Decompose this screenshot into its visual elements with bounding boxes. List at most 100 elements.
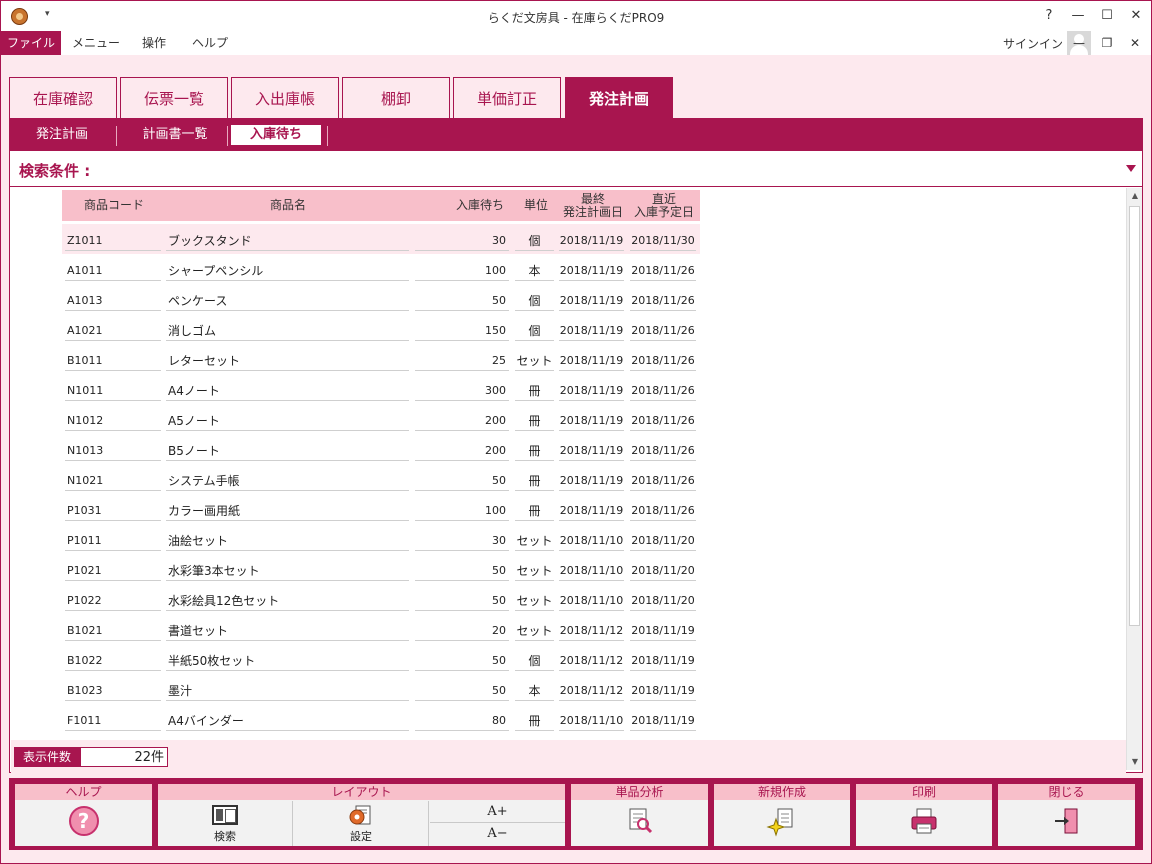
- header-next-arrival-date[interactable]: 直近 入庫予定日: [628, 190, 700, 221]
- table-row[interactable]: A1011 シャープペンシル 100 本 2018/11/19 2018/11/26: [62, 254, 700, 284]
- cell-next-arrival-date: 2018/11/26: [630, 411, 696, 431]
- cell-product-name: カラー画用紙: [166, 501, 409, 521]
- cell-next-arrival-date: 2018/11/26: [630, 291, 696, 311]
- menu-menu[interactable]: メニュー: [67, 31, 125, 55]
- scrollbar-thumb[interactable]: [1129, 206, 1140, 626]
- subtab-divider: [327, 126, 328, 146]
- cell-awaiting-qty: 50: [415, 591, 509, 611]
- vertical-scrollbar[interactable]: ▲ ▼: [1126, 188, 1142, 770]
- header-last-order-line1: 最終: [580, 191, 605, 206]
- question-icon: ?: [68, 806, 99, 836]
- table-row[interactable]: B1021 書道セット 20 セット 2018/11/12 2018/11/19: [62, 614, 700, 644]
- header-last-order-date[interactable]: 最終 発注計画日: [558, 190, 628, 221]
- subtab-plan-list[interactable]: 計画書一覧: [125, 125, 225, 145]
- table-row[interactable]: B1023 墨汁 50 本 2018/11/12 2018/11/19: [62, 674, 700, 704]
- menu-file[interactable]: ファイル: [1, 31, 61, 55]
- cell-next-arrival-date: 2018/11/26: [630, 441, 696, 461]
- scroll-down-icon[interactable]: ▼: [1127, 754, 1143, 770]
- toolbar-group-layout: レイアウト 検索 設定 A+ A−: [158, 784, 565, 846]
- cell-awaiting-qty: 25: [415, 351, 509, 371]
- subtab-order-plan[interactable]: 発注計画: [17, 125, 107, 145]
- menu-help[interactable]: ヘルプ: [185, 31, 235, 55]
- cell-product-code: B1021: [65, 621, 161, 641]
- cell-product-code: N1021: [65, 471, 161, 491]
- menu-operation[interactable]: 操作: [131, 31, 177, 55]
- minimize-button[interactable]: —: [1064, 5, 1092, 27]
- header-unit[interactable]: 単位: [514, 190, 558, 221]
- table-row[interactable]: P1031 カラー画用紙 100 冊 2018/11/19 2018/11/26: [62, 494, 700, 524]
- cell-unit: 冊: [515, 501, 554, 521]
- table-row[interactable]: F1011 A4バインダー 80 冊 2018/11/10 2018/11/19: [62, 704, 700, 734]
- cell-last-order-date: 2018/11/19: [559, 471, 624, 491]
- header-next-arrival-line1: 直近: [651, 191, 676, 206]
- doc-minimize-button[interactable]: —: [1067, 32, 1091, 54]
- tab-stock-check[interactable]: 在庫確認: [9, 77, 117, 119]
- cell-next-arrival-date: 2018/11/30: [630, 231, 696, 251]
- expand-caret-icon[interactable]: [1126, 165, 1136, 172]
- doc-close-button[interactable]: ✕: [1123, 32, 1147, 54]
- header-product-name[interactable]: 商品名: [166, 190, 410, 221]
- cell-awaiting-qty: 50: [415, 681, 509, 701]
- font-size-down-button[interactable]: A−: [430, 823, 565, 845]
- cell-awaiting-qty: 150: [415, 321, 509, 341]
- cell-last-order-date: 2018/11/10: [559, 711, 624, 731]
- layout-settings-button[interactable]: 設定: [294, 801, 429, 846]
- maximize-button[interactable]: ☐: [1093, 5, 1121, 27]
- cell-product-code: N1011: [65, 381, 161, 401]
- layout-group-label: レイアウト: [158, 784, 565, 800]
- cell-next-arrival-date: 2018/11/20: [630, 531, 696, 551]
- close-group-label: 閉じる: [998, 784, 1135, 800]
- tab-slip-list[interactable]: 伝票一覧: [120, 77, 228, 119]
- cell-awaiting-qty: 50: [415, 291, 509, 311]
- table-row[interactable]: A1021 消しゴム 150 個 2018/11/19 2018/11/26: [62, 314, 700, 344]
- layout-search-label: 検索: [214, 830, 236, 843]
- table-row[interactable]: B1022 半紙50枚セット 50 個 2018/11/12 2018/11/19: [62, 644, 700, 674]
- subtab-awaiting-arrival[interactable]: 入庫待ち: [231, 125, 321, 145]
- cell-product-name: レターセット: [166, 351, 409, 371]
- cell-last-order-date: 2018/11/19: [559, 261, 624, 281]
- count-bar: 表示件数 22件: [11, 740, 1126, 773]
- new-create-button[interactable]: [714, 801, 850, 846]
- help-button[interactable]: ?: [15, 801, 152, 846]
- tab-order-plan[interactable]: 発注計画: [565, 77, 673, 119]
- table-row[interactable]: P1011 油絵セット 30 セット 2018/11/10 2018/11/20: [62, 524, 700, 554]
- header-next-arrival-line2: 入庫予定日: [633, 204, 694, 219]
- signin-link[interactable]: サインイン: [1003, 35, 1063, 52]
- help-icon[interactable]: ?: [1035, 5, 1063, 27]
- cell-product-name: システム手帳: [166, 471, 409, 491]
- cell-product-name: シャープペンシル: [166, 261, 409, 281]
- cell-awaiting-qty: 100: [415, 261, 509, 281]
- toolbar-group-help: ヘルプ ?: [15, 784, 152, 846]
- tab-inventory[interactable]: 棚卸: [342, 77, 450, 119]
- font-size-up-button[interactable]: A+: [430, 801, 565, 823]
- table-row[interactable]: N1013 B5ノート 200 冊 2018/11/19 2018/11/26: [62, 434, 700, 464]
- table-row[interactable]: P1021 水彩筆3本セット 50 セット 2018/11/10 2018/11/20: [62, 554, 700, 584]
- cell-last-order-date: 2018/11/19: [559, 351, 624, 371]
- tab-inout-ledger[interactable]: 入出庫帳: [231, 77, 339, 119]
- count-label: 表示件数: [14, 747, 80, 767]
- table-row[interactable]: N1011 A4ノート 300 冊 2018/11/19 2018/11/26: [62, 374, 700, 404]
- item-analysis-button[interactable]: [571, 801, 708, 846]
- table-row[interactable]: N1021 システム手帳 50 冊 2018/11/19 2018/11/26: [62, 464, 700, 494]
- table-row[interactable]: P1022 水彩絵具12色セット 50 セット 2018/11/10 2018/11/20: [62, 584, 700, 614]
- tab-price-correction[interactable]: 単価訂正: [453, 77, 561, 119]
- table-row[interactable]: B1011 レターセット 25 セット 2018/11/19 2018/11/26: [62, 344, 700, 374]
- header-product-code[interactable]: 商品コード: [62, 190, 166, 221]
- table-row[interactable]: N1012 A5ノート 200 冊 2018/11/19 2018/11/26: [62, 404, 700, 434]
- cell-next-arrival-date: 2018/11/19: [630, 681, 696, 701]
- print-button[interactable]: [856, 801, 992, 846]
- table-row[interactable]: A1013 ペンケース 50 個 2018/11/19 2018/11/26: [62, 284, 700, 314]
- doc-restore-button[interactable]: ❐: [1095, 32, 1119, 54]
- scroll-up-icon[interactable]: ▲: [1127, 188, 1143, 204]
- cell-product-name: B5ノート: [166, 441, 409, 461]
- close-button[interactable]: ✕: [1122, 5, 1150, 27]
- cell-next-arrival-date: 2018/11/20: [630, 591, 696, 611]
- layout-panel-icon: [212, 805, 238, 825]
- layout-search-button[interactable]: 検索: [158, 801, 293, 846]
- close-screen-button[interactable]: [998, 801, 1135, 846]
- cell-product-name: 水彩筆3本セット: [166, 561, 409, 581]
- search-conditions-bar[interactable]: 検索条件 :: [9, 151, 1143, 187]
- header-awaiting-qty[interactable]: 入庫待ち: [410, 190, 514, 221]
- cell-product-code: A1021: [65, 321, 161, 341]
- table-row[interactable]: Z1011 ブックスタンド 30 個 2018/11/19 2018/11/30: [62, 224, 700, 254]
